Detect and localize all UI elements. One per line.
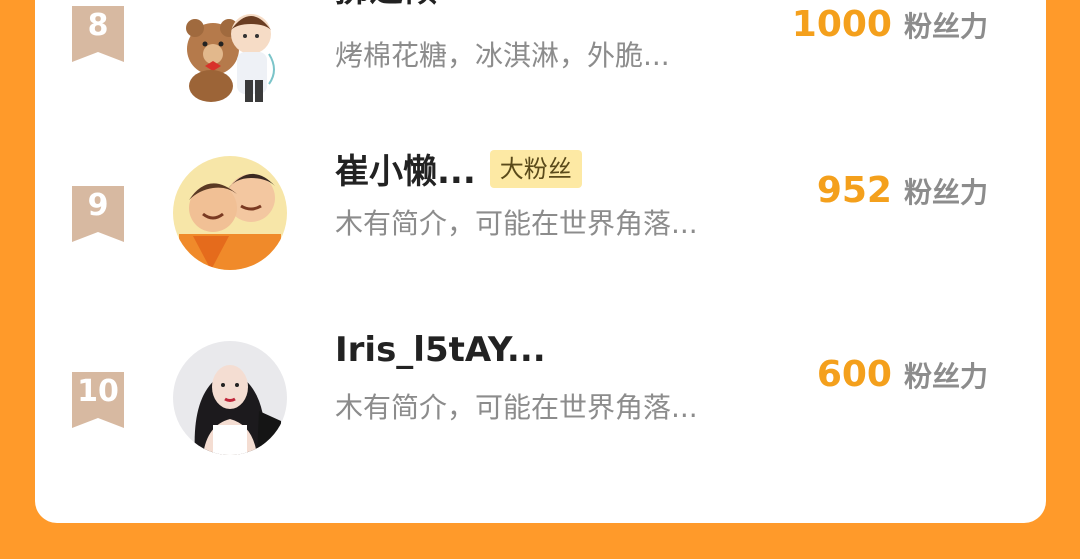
- rank-badge: 8: [72, 6, 124, 62]
- user-description: 木有简介，可能在世界角落...: [335, 207, 698, 240]
- user-name-line: 崔小懒... 大粉丝: [335, 144, 582, 193]
- user-name-line: Iris_l5tAY...: [335, 330, 546, 370]
- fans-power-value: 1000: [791, 4, 892, 45]
- rank-badge: 10: [72, 372, 124, 428]
- fan-level-badge: 大粉丝: [489, 149, 582, 188]
- user-name[interactable]: Iris_l5tAY...: [335, 330, 546, 370]
- user-name-line: 拂之倾: [335, 0, 437, 11]
- rank-badge: 9: [72, 186, 124, 242]
- user-description: 木有简介，可能在世界角落...: [335, 391, 698, 424]
- fans-ranking-card: 8 拂之倾 烤: [35, 0, 1046, 523]
- fans-power-value: 600: [816, 354, 892, 395]
- fans-power: 1000 粉丝力: [792, 4, 988, 45]
- fans-power-label: 粉丝力: [903, 10, 988, 43]
- ranking-row[interactable]: 8 拂之倾 烤: [35, 0, 1046, 102]
- fans-power-label: 粉丝力: [903, 360, 988, 393]
- rank-number: 10: [77, 374, 119, 409]
- avatar[interactable]: [173, 0, 287, 108]
- fans-power: 600 粉丝力: [817, 354, 988, 395]
- ranking-row[interactable]: 10 Iris_l5tAY... 木有简介，可能在世界角落... 600 粉丝力: [35, 328, 1046, 458]
- rank-number: 9: [87, 188, 109, 223]
- user-name[interactable]: 拂之倾: [335, 0, 437, 11]
- user-description: 烤棉花糖，冰淇淋，外脆...: [335, 39, 670, 72]
- avatar[interactable]: [173, 156, 287, 270]
- fans-power: 952 粉丝力: [817, 170, 988, 211]
- ranking-row[interactable]: 9 崔小懒... 大粉丝 木有简介，可能在世界角落... 952 粉丝力: [35, 144, 1046, 274]
- fans-power-value: 952: [816, 170, 892, 211]
- rank-number: 8: [87, 8, 109, 43]
- fans-power-label: 粉丝力: [903, 176, 988, 209]
- avatar[interactable]: [173, 341, 287, 455]
- user-name[interactable]: 崔小懒...: [335, 144, 476, 193]
